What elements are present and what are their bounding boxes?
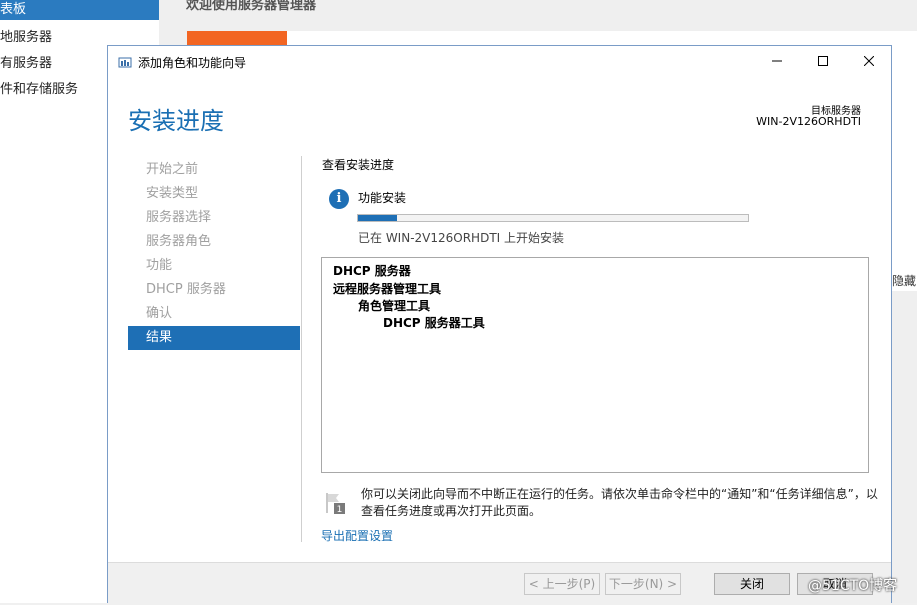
nav-item-confirmation[interactable]: 确认 (128, 302, 300, 326)
results-list: DHCP 服务器 远程服务器管理工具 角色管理工具 DHCP 服务器工具 (321, 257, 869, 473)
next-button[interactable]: 下一步(N) > (605, 573, 681, 595)
nav-item-features[interactable]: 功能 (128, 254, 300, 278)
section-title: 查看安装进度 (322, 158, 395, 172)
feature-install-label: 功能安装 (358, 191, 407, 205)
sidebar-item-all-servers[interactable]: 有服务器 (0, 52, 52, 71)
watermark: @51CTO博客 (808, 578, 898, 594)
nav-item-results[interactable]: 结果 (128, 326, 300, 350)
close-wizard-note: 你可以关闭此向导而不中断正在运行的任务。请依次单击命令栏中的“通知”和“任务详细… (361, 487, 878, 518)
previous-button[interactable]: < 上一步(P) (524, 573, 600, 595)
maximize-icon[interactable] (800, 46, 846, 76)
hide-link[interactable]: 隐藏 (892, 272, 916, 289)
sidebar-item-dashboard[interactable]: 表板 (0, 0, 159, 20)
nav-item-server-roles[interactable]: 服务器角色 (128, 230, 300, 254)
wizard-nav: 开始之前 安装类型 服务器选择 服务器角色 功能 DHCP 服务器 确认 结果 (128, 158, 300, 350)
page-heading: 安装进度 (128, 107, 224, 135)
result-item: 角色管理工具 (358, 299, 431, 313)
svg-text:1: 1 (337, 505, 343, 515)
add-roles-wizard-dialog: 添加角色和功能向导 安装进度 目标服务器 WIN-2V126ORHDTI 开始之… (107, 45, 892, 605)
result-item: DHCP 服务器工具 (383, 316, 485, 330)
result-item: 远程服务器管理工具 (333, 282, 442, 296)
info-icon: i (329, 189, 349, 209)
nav-divider (301, 156, 302, 542)
title-bar: 添加角色和功能向导 (108, 46, 891, 76)
nav-item-server-selection[interactable]: 服务器选择 (128, 206, 300, 230)
sidebar-item-local-server[interactable]: 地服务器 (0, 26, 52, 45)
window-title: 添加角色和功能向导 (138, 56, 247, 70)
close-icon[interactable] (846, 46, 892, 76)
server-manager-icon (118, 54, 132, 68)
nav-item-dhcp-server[interactable]: DHCP 服务器 (128, 278, 300, 302)
result-item: DHCP 服务器 (333, 264, 411, 278)
welcome-title: 欢迎使用服务器管理器 (186, 0, 317, 13)
nav-item-installation-type[interactable]: 安装类型 (128, 182, 300, 206)
close-button[interactable]: 关闭 (714, 573, 790, 595)
progress-status-text: 已在 WIN-2V126ORHDTI 上开始安装 (358, 231, 565, 245)
target-server-name: WIN-2V126ORHDTI (756, 115, 861, 128)
notification-flag-icon: 1 (325, 491, 347, 515)
sidebar-item-file-storage[interactable]: 件和存储服务 (0, 78, 78, 97)
nav-item-before-you-begin[interactable]: 开始之前 (128, 158, 300, 182)
minimize-icon[interactable] (754, 46, 800, 76)
install-progress-bar (357, 214, 749, 222)
export-settings-link[interactable]: 导出配置设置 (321, 527, 393, 544)
progress-fill (358, 215, 397, 221)
